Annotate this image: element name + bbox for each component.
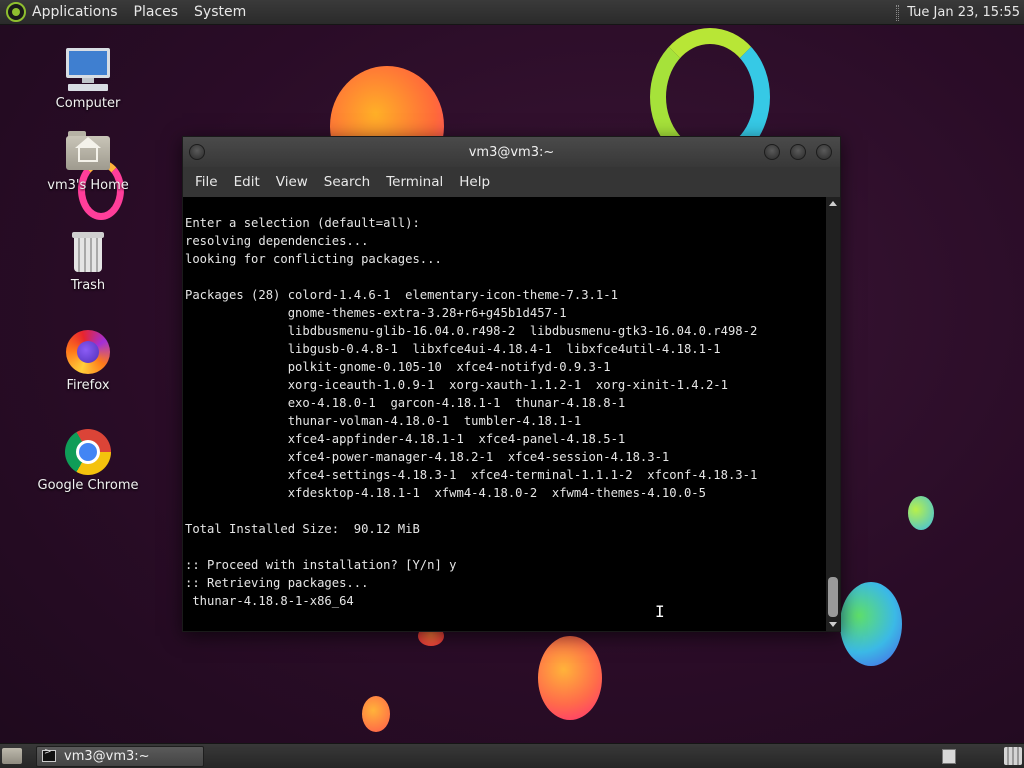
- desktop-icon-label: Computer: [55, 96, 121, 111]
- terminal-scrollbar[interactable]: [826, 197, 840, 631]
- clock[interactable]: Tue Jan 23, 15:55: [907, 5, 1020, 20]
- wallpaper-orb: [908, 496, 934, 530]
- menu-places[interactable]: Places: [134, 4, 179, 20]
- taskbar-item-label: vm3@vm3:~: [64, 748, 150, 764]
- distro-logo-icon[interactable]: [6, 2, 26, 22]
- workspace-switcher[interactable]: [942, 749, 956, 764]
- terminal-menubar: File Edit View Search Terminal Help: [183, 167, 840, 197]
- terminal-output-area[interactable]: Enter a selection (default=all): resolvi…: [183, 197, 826, 631]
- desktop-icon-firefox[interactable]: Firefox: [28, 328, 148, 393]
- home-folder-icon: [64, 128, 112, 176]
- terminal-icon: [42, 747, 56, 762]
- trash-icon: [64, 228, 112, 276]
- scrollbar-thumb[interactable]: [828, 577, 838, 617]
- desktop-icon-label: Trash: [70, 278, 106, 293]
- menu-applications[interactable]: Applications: [32, 4, 118, 20]
- wallpaper-orb: [840, 582, 902, 666]
- window-menu-button[interactable]: [189, 144, 205, 160]
- wallpaper-orb: [538, 636, 602, 720]
- text-cursor-icon: I: [655, 602, 665, 621]
- menu-view[interactable]: View: [268, 174, 316, 190]
- chrome-icon: [64, 428, 112, 476]
- menu-system[interactable]: System: [194, 4, 246, 20]
- desktop-icon-label: vm3's Home: [47, 178, 129, 193]
- close-button[interactable]: [816, 144, 832, 160]
- scroll-down-icon[interactable]: [829, 622, 837, 627]
- panel-handle-icon[interactable]: [896, 4, 900, 21]
- menu-search[interactable]: Search: [316, 174, 378, 190]
- desktop-icon-home[interactable]: vm3's Home: [28, 128, 148, 193]
- desktop-icon-label: Google Chrome: [37, 478, 139, 493]
- menu-file[interactable]: File: [187, 174, 226, 190]
- menu-terminal[interactable]: Terminal: [378, 174, 451, 190]
- menu-help[interactable]: Help: [451, 174, 498, 190]
- top-panel-right: Tue Jan 23, 15:55: [896, 0, 1024, 25]
- minimize-button[interactable]: [764, 144, 780, 160]
- desktop-icon-computer[interactable]: Computer: [28, 46, 148, 111]
- taskbar-item-terminal[interactable]: vm3@vm3:~: [36, 745, 204, 767]
- window-title: vm3@vm3:~: [468, 144, 555, 160]
- bottom-panel: vm3@vm3:~: [0, 743, 1024, 768]
- terminal-output: Enter a selection (default=all): resolvi…: [185, 216, 758, 608]
- desktop-icon-chrome[interactable]: Google Chrome: [28, 428, 148, 493]
- top-panel: Applications Places System Tue Jan 23, 1…: [0, 0, 1024, 25]
- scroll-up-icon[interactable]: [829, 201, 837, 206]
- computer-icon: [64, 46, 112, 94]
- show-desktop-icon[interactable]: [2, 748, 22, 764]
- firefox-icon: [64, 328, 112, 376]
- window-titlebar[interactable]: vm3@vm3:~: [183, 137, 840, 167]
- menu-edit[interactable]: Edit: [226, 174, 268, 190]
- trash-applet-icon[interactable]: [1004, 747, 1022, 765]
- terminal-window: vm3@vm3:~ File Edit View Search Terminal…: [182, 136, 841, 632]
- wallpaper-orb: [362, 696, 390, 732]
- desktop-icon-trash[interactable]: Trash: [28, 228, 148, 293]
- maximize-button[interactable]: [790, 144, 806, 160]
- desktop-icon-label: Firefox: [66, 378, 110, 393]
